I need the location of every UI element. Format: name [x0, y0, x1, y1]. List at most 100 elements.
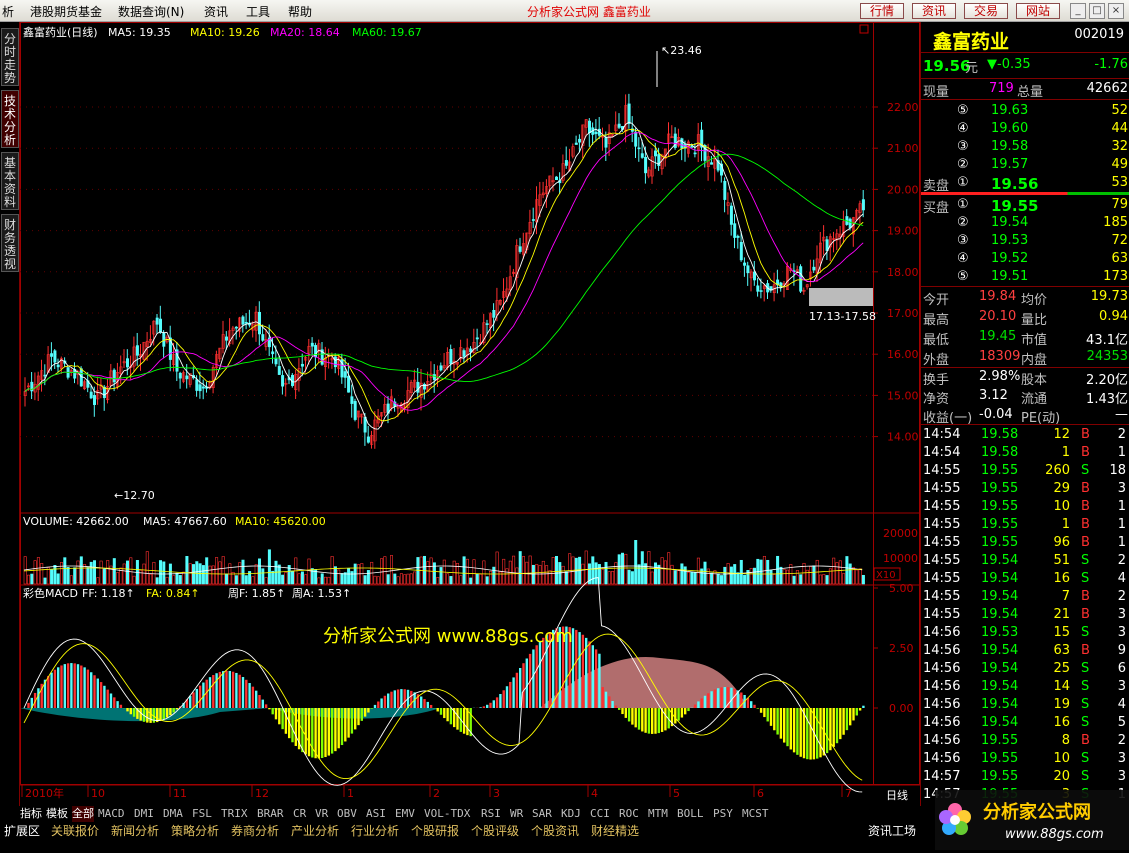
volume-bar — [278, 565, 280, 584]
cell: 20.10 — [979, 309, 1016, 324]
macd-bar — [833, 708, 835, 747]
volume-bar — [780, 567, 782, 584]
indicator-tab[interactable]: DMA — [163, 806, 183, 822]
tick-row: 14:5519.5451S2 — [921, 552, 1129, 570]
macd-bar — [694, 705, 696, 708]
candle — [242, 317, 244, 325]
extension-tab[interactable]: 财经精选 — [591, 822, 639, 840]
macd-bar — [532, 649, 534, 708]
menu-data-query[interactable]: 数据查询(N) — [118, 3, 184, 20]
macd-bar — [60, 665, 62, 708]
indicator-tab[interactable]: 全部 — [72, 806, 94, 822]
indicator-tab[interactable]: BOLL — [677, 806, 704, 822]
extension-tab[interactable]: 扩展区 — [4, 822, 40, 840]
volume-bar — [93, 561, 95, 584]
indicator-tab[interactable]: DMI — [134, 806, 154, 822]
extension-tab[interactable]: 产业分析 — [291, 822, 339, 840]
extension-tab[interactable]: 券商分析 — [231, 822, 279, 840]
fin-row: 净资3.12流通1.43亿 — [921, 387, 1129, 405]
indicator-tab[interactable]: CR — [293, 806, 306, 822]
macd-bar — [80, 666, 82, 708]
indicator-tab[interactable]: ASI — [366, 806, 386, 822]
volume-bar — [242, 560, 244, 584]
close-icon[interactable]: × — [1108, 3, 1124, 19]
indicator-tab[interactable]: WR — [510, 806, 523, 822]
indicator-tab[interactable]: PSY — [713, 806, 733, 822]
bid-level: ⑤ — [957, 269, 969, 284]
indicator-tab[interactable]: VOL-TDX — [424, 806, 470, 822]
candle — [347, 376, 349, 392]
bid-vol: 185 — [1103, 215, 1128, 230]
volume-legend-2: MA10: 45620.00 — [235, 515, 326, 528]
indicator-tab[interactable]: CCI — [590, 806, 610, 822]
candle — [54, 351, 56, 362]
indicator-tab[interactable]: 指标 — [20, 806, 42, 822]
indicator-tab[interactable]: RSI — [481, 806, 501, 822]
macd-bar — [542, 638, 544, 708]
indicator-tab[interactable]: 模板 — [46, 806, 68, 822]
macd-bar — [70, 663, 72, 708]
price-tick: 16.00 — [887, 348, 919, 361]
tab-intraday[interactable]: 分时走势 — [1, 28, 19, 86]
tab-fundamentals[interactable]: 基本资料 — [1, 152, 19, 210]
menu-help[interactable]: 帮助 — [288, 3, 312, 20]
tick-side: B — [1081, 535, 1090, 550]
tick-count: 4 — [1118, 571, 1126, 586]
maximize-icon[interactable]: □ — [1089, 3, 1105, 19]
extension-tab[interactable]: 新闻分析 — [111, 822, 159, 840]
extension-tab[interactable]: 个股研报 — [411, 822, 459, 840]
quote-button[interactable]: 行情 — [860, 3, 904, 19]
indicator-tab[interactable]: OBV — [337, 806, 357, 822]
tick-side: B — [1081, 517, 1090, 532]
macd-bar — [380, 698, 382, 708]
info-workshop-tab[interactable]: 资讯工场 — [868, 822, 916, 840]
volume-bar — [770, 570, 772, 584]
tick-row: 14:5519.551B1 — [921, 516, 1129, 534]
minimize-icon[interactable]: _ — [1070, 3, 1086, 19]
indicator-tab[interactable]: TRIX — [221, 806, 248, 822]
extension-tab[interactable]: 行业分析 — [351, 822, 399, 840]
macd-bar — [654, 708, 656, 734]
info-button[interactable]: 资讯 — [912, 3, 956, 19]
tick-time: 14:55 — [923, 589, 960, 604]
tick-row: 14:5619.5425S6 — [921, 660, 1129, 678]
macd-bar — [664, 708, 666, 730]
indicator-tab[interactable]: MACD — [98, 806, 125, 822]
menu-hk-futures[interactable]: 港股期货基金 — [30, 3, 102, 20]
macd-bar — [717, 688, 719, 708]
kline-chart[interactable]: 22.0021.0020.0019.0018.0017.0016.0015.00… — [20, 22, 920, 806]
price-zone — [809, 288, 873, 306]
macd-bar — [704, 696, 706, 708]
indicator-tab[interactable]: ROC — [619, 806, 639, 822]
indicator-tab[interactable]: MCST — [742, 806, 769, 822]
extension-tab[interactable]: 个股资讯 — [531, 822, 579, 840]
extension-tab[interactable]: 个股评级 — [471, 822, 519, 840]
tick-row: 14:5619.5463B9 — [921, 642, 1129, 660]
extension-tab[interactable]: 策略分析 — [171, 822, 219, 840]
menu-tools[interactable]: 工具 — [246, 3, 270, 20]
tab-technical[interactable]: 技术分析 — [1, 90, 19, 148]
volume-bar — [740, 560, 742, 584]
indicator-tab[interactable]: KDJ — [561, 806, 581, 822]
macd-bar — [456, 708, 458, 730]
tick-side: S — [1081, 625, 1089, 640]
indicator-tab[interactable]: VR — [315, 806, 328, 822]
macd-bar — [790, 708, 792, 749]
stock-header: 鑫富药业002019 — [921, 26, 1129, 44]
indicator-tab[interactable]: MTM — [648, 806, 668, 822]
menu-news[interactable]: 资讯 — [204, 3, 228, 20]
website-button[interactable]: 网站 — [1016, 3, 1060, 19]
ask-level: ② — [957, 157, 969, 172]
tick-price: 19.55 — [981, 535, 1018, 550]
indicator-tab[interactable]: SAR — [532, 806, 552, 822]
tab-financials[interactable]: 财务透视 — [1, 214, 19, 272]
trade-button[interactable]: 交易 — [964, 3, 1008, 19]
indicator-tab[interactable]: FSL — [192, 806, 212, 822]
indicator-tab[interactable]: EMV — [395, 806, 415, 822]
price-row: 19.56元▼-0.35-1.76 — [921, 56, 1129, 74]
macd-bar — [308, 708, 310, 756]
extension-tab[interactable]: 关联报价 — [51, 822, 99, 840]
menu-partial[interactable]: 析 — [2, 3, 14, 20]
indicator-tab[interactable]: BRAR — [257, 806, 284, 822]
chart-area[interactable]: 22.0021.0020.0019.0018.0017.0016.0015.00… — [20, 22, 920, 806]
